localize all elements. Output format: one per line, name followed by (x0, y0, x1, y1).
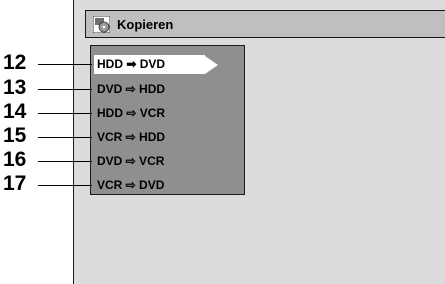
callout-number: 15 (3, 124, 27, 147)
callout-number: 17 (3, 172, 27, 195)
copy-menu: HDD ➡ DVD DVD ⇨ HDD HDD ⇨ VCR VCR ⇨ HDD … (90, 45, 245, 195)
callout-12: 12 (0, 51, 92, 76)
menu-item-vcr-to-dvd[interactable]: VCR ⇨ DVD (94, 176, 164, 195)
callout-15: 15 (0, 124, 92, 149)
menu-item-dvd-to-vcr[interactable]: DVD ⇨ VCR (94, 152, 164, 171)
selection-arrow-icon (205, 56, 218, 74)
menu-item-hdd-to-vcr[interactable]: HDD ⇨ VCR (94, 104, 165, 123)
menu-item-label: HDD ⇨ VCR (97, 106, 166, 120)
callout-line (38, 113, 92, 114)
menu-item-label: VCR ⇨ DVD (97, 178, 165, 192)
menu-item-label: VCR ⇨ HDD (97, 130, 166, 144)
menu-item-dvd-to-hdd[interactable]: DVD ⇨ HDD (94, 80, 165, 99)
callout-number: 13 (3, 76, 27, 99)
callout-16: 16 (0, 148, 92, 173)
callout-line (38, 185, 92, 186)
callout-number: 12 (3, 51, 27, 74)
menu-item-label: DVD ⇨ HDD (97, 82, 166, 96)
menu-item-label: HDD ➡ DVD (97, 57, 166, 71)
callout-14: 14 (0, 100, 92, 125)
callout-number: 14 (3, 100, 27, 123)
callout-line (38, 89, 92, 90)
callout-number: 16 (3, 148, 27, 171)
osd-screen: Kopieren HDD ➡ DVD DVD ⇨ HDD HDD ⇨ VCR V… (73, 0, 445, 284)
menu-item-hdd-to-dvd[interactable]: HDD ➡ DVD (94, 55, 205, 74)
menu-item-label: DVD ⇨ VCR (97, 154, 165, 168)
page-title: Kopieren (117, 17, 174, 32)
title-bar: Kopieren (85, 10, 445, 38)
menu-item-vcr-to-hdd[interactable]: VCR ⇨ HDD (94, 128, 165, 147)
callout-line (38, 161, 92, 162)
callout-17: 17 (0, 172, 92, 197)
callout-line (38, 137, 92, 138)
copy-disc-icon (93, 16, 110, 33)
callout-line (38, 64, 92, 65)
callout-13: 13 (0, 76, 92, 101)
